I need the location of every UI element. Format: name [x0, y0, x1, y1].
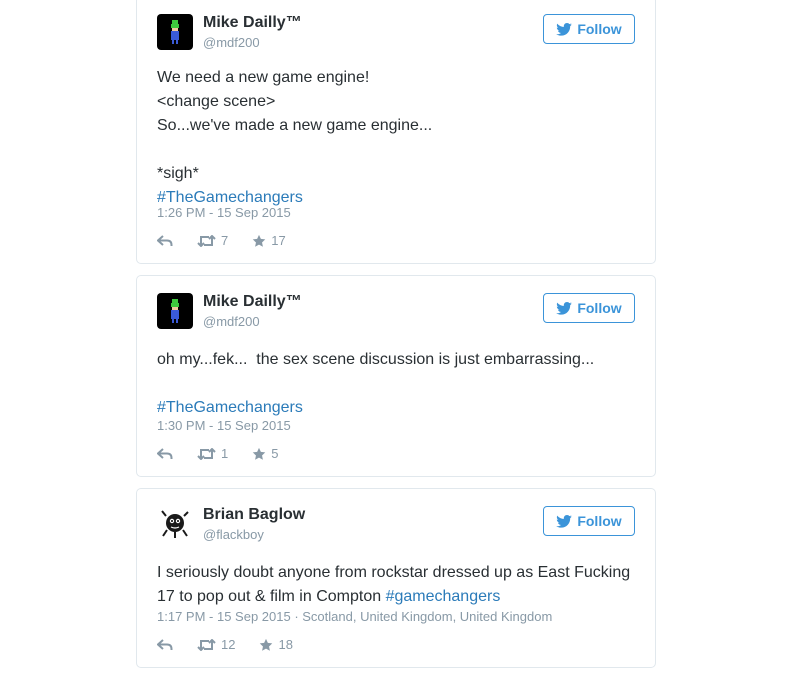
like-button[interactable]: 18	[259, 637, 293, 652]
like-count: 17	[271, 233, 286, 248]
reply-button[interactable]	[157, 638, 173, 651]
display-name[interactable]: Mike Dailly™	[203, 14, 302, 32]
tweet-text: We need a new game engine! <change scene…	[157, 66, 635, 210]
retweet-button[interactable]: 1	[197, 446, 228, 461]
tweet-line	[157, 372, 635, 396]
like-count: 5	[271, 446, 279, 461]
star-icon	[260, 638, 273, 651]
star-icon	[252, 447, 266, 460]
like-button[interactable]: 5	[252, 446, 278, 461]
display-name[interactable]: Brian Baglow	[203, 506, 305, 524]
follow-label: Follow	[577, 21, 622, 37]
retweet-icon	[197, 638, 216, 651]
retweet-count: 1	[221, 446, 229, 461]
tweet-timestamp[interactable]: 1:26 PM - 15 Sep 2015	[157, 205, 291, 220]
follow-label: Follow	[577, 300, 622, 316]
tweet-card: Mike Dailly™ @mdf200 Follow We need a ne…	[136, 0, 656, 264]
star-icon	[252, 234, 266, 247]
tweet-card: Mike Dailly™ @mdf200 Follow oh my...fek.…	[136, 275, 656, 477]
retweet-count: 12	[221, 637, 236, 652]
twitter-bird-icon	[556, 514, 573, 528]
tweet-line: *sigh*	[157, 165, 199, 182]
retweet-button[interactable]: 12	[197, 637, 235, 652]
follow-button[interactable]: Follow	[543, 293, 635, 323]
hashtag-link[interactable]: #gamechangers	[386, 588, 501, 605]
avatar[interactable]	[157, 506, 193, 542]
tweet-line: I seriously doubt anyone from rockstar d…	[157, 564, 631, 581]
tweet-actions: 12 18	[157, 637, 317, 652]
follow-button[interactable]: Follow	[543, 14, 635, 44]
display-name[interactable]: Mike Dailly™	[203, 293, 302, 311]
tweet-card: Brian Baglow @flackboy Follow I seriousl…	[136, 488, 656, 668]
user-handle[interactable]: @mdf200	[203, 35, 260, 50]
tweet-line: We need a new game engine!	[157, 69, 370, 86]
tweet-timestamp[interactable]: 1:17 PM - 15 Sep 2015 · Scotland, United…	[157, 609, 552, 624]
like-button[interactable]: 17	[252, 233, 286, 248]
avatar[interactable]	[157, 293, 193, 329]
retweet-count: 7	[221, 233, 229, 248]
reply-icon	[157, 234, 173, 246]
follow-label: Follow	[577, 513, 622, 529]
user-handle[interactable]: @flackboy	[203, 527, 264, 542]
tweet-timestamp[interactable]: 1:30 PM - 15 Sep 2015	[157, 418, 291, 433]
tweet-line: 17 to pop out & film in Compton	[157, 588, 386, 605]
avatar[interactable]	[157, 14, 193, 50]
tweet-line: oh my...fek... the sex scene discussion …	[157, 351, 595, 368]
follow-button[interactable]: Follow	[543, 506, 635, 536]
tweet-actions: 1 5	[157, 446, 302, 461]
reply-icon	[157, 447, 173, 459]
like-count: 18	[278, 637, 293, 652]
tweet-text: oh my...fek... the sex scene discussion …	[157, 348, 635, 420]
hashtag-link[interactable]: #TheGamechangers	[157, 189, 303, 206]
reply-icon	[157, 638, 173, 650]
hashtag-link[interactable]: #TheGamechangers	[157, 399, 303, 416]
twitter-bird-icon	[556, 22, 573, 36]
user-handle[interactable]: @mdf200	[203, 314, 260, 329]
reply-button[interactable]	[157, 234, 173, 247]
retweet-icon	[197, 447, 216, 460]
tweet-line	[157, 138, 635, 162]
tweet-text: I seriously doubt anyone from rockstar d…	[157, 561, 635, 609]
tweet-line: <change scene>	[157, 93, 276, 110]
twitter-bird-icon	[556, 301, 573, 315]
reply-button[interactable]	[157, 447, 173, 460]
tweet-line: So...we've made a new game engine...	[157, 117, 433, 134]
retweet-icon	[197, 234, 216, 247]
retweet-button[interactable]: 7	[197, 233, 228, 248]
tweet-actions: 7 17	[157, 233, 310, 248]
